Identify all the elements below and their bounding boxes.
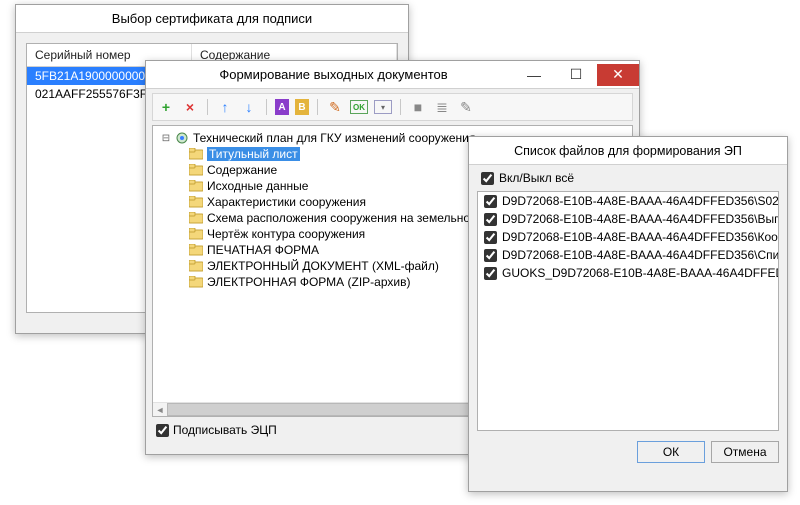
list-item[interactable]: D9D72068-E10B-4A8E-BAAA-46A4DFFED356\Коо… xyxy=(478,228,778,246)
tree-node-label: Исходные данные xyxy=(207,179,308,193)
delete-icon[interactable]: × xyxy=(181,97,199,117)
file-checkbox[interactable] xyxy=(484,213,497,226)
stop-icon[interactable]: ■ xyxy=(409,97,427,117)
list-icon[interactable]: ≣ xyxy=(433,97,451,117)
folder-icon xyxy=(188,259,204,273)
tree-root-label: Технический план для ГКУ изменений соору… xyxy=(193,131,475,145)
separator xyxy=(317,99,318,115)
toggle-all-row: Вкл/Выкл всё xyxy=(481,171,779,185)
window-title: Выбор сертификата для подписи xyxy=(24,11,400,26)
tree-node-label: ПЕЧАТНАЯ ФОРМА xyxy=(207,243,319,257)
list-item[interactable]: D9D72068-E10B-4A8E-BAAA-46A4DFFED356\Спи… xyxy=(478,246,778,264)
titlebar: Список файлов для формирования ЭП xyxy=(469,137,787,165)
add-icon[interactable]: + xyxy=(157,97,175,117)
toolbar: + × ↑ ↓ A B ✎ OK ▾ ■ ≣ ✎ xyxy=(152,93,633,121)
sign-checkbox[interactable] xyxy=(156,424,169,437)
edit-icon[interactable]: ✎ xyxy=(326,97,344,117)
pencil-icon[interactable]: ✎ xyxy=(457,97,475,117)
tree-node-label: Титульный лист xyxy=(207,147,300,161)
root-icon xyxy=(174,131,190,145)
minimize-button[interactable]: — xyxy=(513,64,555,86)
cancel-button[interactable]: Отмена xyxy=(711,441,779,463)
file-name: D9D72068-E10B-4A8E-BAAA-46A4DFFED356\Вып… xyxy=(502,212,779,226)
tree-node-label: ЭЛЕКТРОННЫЙ ДОКУМЕНТ (XML-файл) xyxy=(207,259,439,273)
move-up-icon[interactable]: ↑ xyxy=(216,97,234,117)
file-list-window: Список файлов для формирования ЭП Вкл/Вы… xyxy=(468,136,788,492)
folder-icon xyxy=(188,147,204,161)
file-checkbox[interactable] xyxy=(484,249,497,262)
toggle-all-checkbox[interactable] xyxy=(481,172,494,185)
separator xyxy=(266,99,267,115)
tree-node-label: ЭЛЕКТРОННАЯ ФОРМА (ZIP-архив) xyxy=(207,275,410,289)
folder-icon xyxy=(188,211,204,225)
file-name: GUOKS_D9D72068-E10B-4A8E-BAAA-46A4DFFED3… xyxy=(502,266,779,280)
dialog-buttons: ОК Отмена xyxy=(469,435,787,469)
ok-icon[interactable]: OK xyxy=(350,100,368,114)
file-name: D9D72068-E10B-4A8E-BAAA-46A4DFFED356\Коо… xyxy=(502,230,779,244)
file-checkbox[interactable] xyxy=(484,231,497,244)
sign-checkbox-label[interactable]: Подписывать ЭЦП xyxy=(173,423,277,437)
file-name: D9D72068-E10B-4A8E-BAAA-46A4DFFED356\Спи… xyxy=(502,248,779,262)
folder-icon xyxy=(188,179,204,193)
tool-b-icon[interactable]: B xyxy=(295,99,309,115)
window-title: Формирование выходных документов xyxy=(154,67,513,82)
collapse-icon[interactable]: ⊟ xyxy=(159,133,173,144)
list-item[interactable]: D9D72068-E10B-4A8E-BAAA-46A4DFFED356\Вып… xyxy=(478,210,778,228)
window-controls: — ☐ ✕ xyxy=(513,64,639,86)
separator xyxy=(207,99,208,115)
folder-icon xyxy=(188,227,204,241)
file-checkbox[interactable] xyxy=(484,267,497,280)
scroll-left-icon[interactable]: ◄ xyxy=(153,403,167,416)
move-down-icon[interactable]: ↓ xyxy=(240,97,258,117)
maximize-button[interactable]: ☐ xyxy=(555,64,597,86)
file-checkbox[interactable] xyxy=(484,195,497,208)
file-list[interactable]: D9D72068-E10B-4A8E-BAAA-46A4DFFED356\S02… xyxy=(477,191,779,431)
separator xyxy=(400,99,401,115)
list-item[interactable]: D9D72068-E10B-4A8E-BAAA-46A4DFFED356\S02… xyxy=(478,192,778,210)
folder-icon xyxy=(188,195,204,209)
window-title: Список файлов для формирования ЭП xyxy=(477,144,779,158)
titlebar: Формирование выходных документов — ☐ ✕ xyxy=(146,61,639,89)
titlebar: Выбор сертификата для подписи xyxy=(16,5,408,33)
toggle-all-label[interactable]: Вкл/Выкл всё xyxy=(499,171,574,185)
tree-node-label: Чертёж контура сооружения xyxy=(207,227,365,241)
folder-icon xyxy=(188,243,204,257)
folder-icon xyxy=(188,275,204,289)
ok-button[interactable]: ОК xyxy=(637,441,705,463)
file-name: D9D72068-E10B-4A8E-BAAA-46A4DFFED356\S02… xyxy=(502,194,779,208)
folder-icon xyxy=(188,163,204,177)
tree-node-label: Характеристики сооружения xyxy=(207,195,366,209)
close-button[interactable]: ✕ xyxy=(597,64,639,86)
dropdown-icon[interactable]: ▾ xyxy=(374,100,392,114)
tool-a-icon[interactable]: A xyxy=(275,99,289,115)
tree-node-label: Содержание xyxy=(207,163,277,177)
list-item[interactable]: GUOKS_D9D72068-E10B-4A8E-BAAA-46A4DFFED3… xyxy=(478,264,778,282)
